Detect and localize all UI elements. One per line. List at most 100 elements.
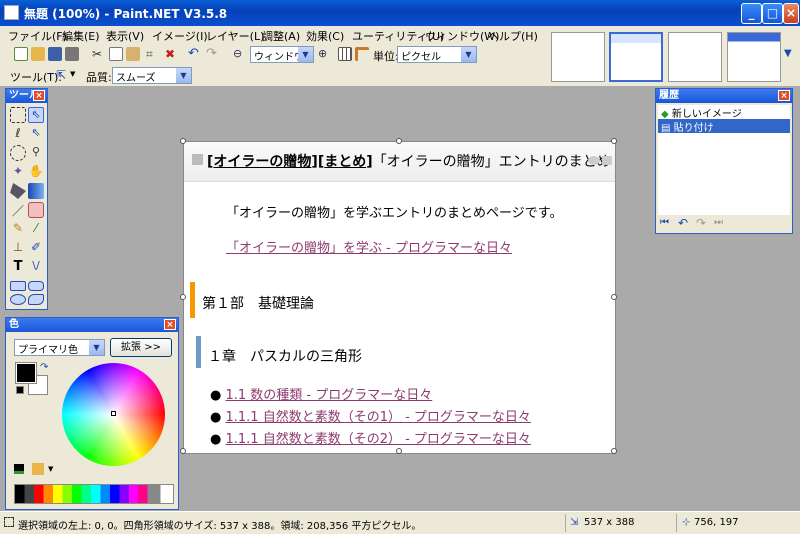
zoom-in-icon[interactable]: ⊕ xyxy=(318,47,332,61)
history-panel: 履歴 × ◆ 新しいイメージ ▤ 貼り付け ⏮ ↶ ↷ ⏭ xyxy=(655,88,793,234)
pencil-icon[interactable]: ✎ xyxy=(10,221,26,237)
thumbnail-scroll-icon[interactable]: ▼ xyxy=(784,48,792,59)
color-picker-icon[interactable]: ⁄ xyxy=(28,221,44,237)
selection-handle[interactable] xyxy=(180,294,186,300)
redo-icon[interactable]: ↷ xyxy=(206,47,220,61)
eraser-icon[interactable] xyxy=(28,202,44,218)
history-item[interactable]: ◆ 新しいイメージ xyxy=(658,105,790,120)
ruler-icon[interactable] xyxy=(355,47,369,61)
image-thumbnail[interactable] xyxy=(551,32,605,82)
list-item: ● 1.1.1 自然数と素数（その1） - プログラマーな日々 xyxy=(210,410,531,425)
color-palette[interactable] xyxy=(14,484,174,504)
undo-icon[interactable]: ↶ xyxy=(188,47,202,61)
rounded-rectangle-icon[interactable] xyxy=(28,281,44,291)
quality-select[interactable]: スムーズ ▼ xyxy=(112,67,192,84)
selection-size: 537 x 388 xyxy=(584,517,635,528)
chevron-down-icon[interactable]: ▼ xyxy=(48,465,53,473)
pan-icon[interactable]: ✋ xyxy=(28,164,44,180)
chevron-down-icon: ▼ xyxy=(298,47,313,62)
menu-edit[interactable]: 編集(E) xyxy=(62,28,100,44)
add-to-palette-icon[interactable] xyxy=(14,464,24,474)
heading-link-euler: オイラーの贈物 xyxy=(213,154,312,170)
paintbrush-icon[interactable]: ／ xyxy=(10,202,26,218)
image-thumbnail[interactable] xyxy=(727,32,781,82)
selection-handle[interactable] xyxy=(396,448,402,454)
close-icon[interactable]: × xyxy=(33,90,45,101)
zoom-icon[interactable]: ⚲ xyxy=(28,145,44,161)
menu-file[interactable]: ファイル(F) xyxy=(8,28,67,44)
crop-icon[interactable]: ⌗ xyxy=(146,47,160,61)
units-label: 単位: xyxy=(373,50,399,63)
paint-bucket-icon[interactable] xyxy=(10,183,26,199)
copy-icon[interactable] xyxy=(109,47,123,61)
clone-stamp-icon[interactable]: ⊥ xyxy=(10,240,26,256)
text-icon[interactable]: T xyxy=(10,259,26,275)
primary-color-swatch[interactable] xyxy=(15,362,37,384)
deselect-icon[interactable]: ✖ xyxy=(165,47,179,61)
selection-handle[interactable] xyxy=(611,138,617,144)
close-button[interactable]: × xyxy=(783,3,799,24)
list-item-link: 1.1 数の種類 - プログラマーな日々 xyxy=(225,388,433,403)
palette-menu-icon[interactable] xyxy=(32,463,44,475)
menu-help[interactable]: ヘルプ(H) xyxy=(488,28,538,44)
freeform-shape-icon[interactable] xyxy=(28,294,44,305)
expand-button[interactable]: 拡張 >> xyxy=(110,338,172,357)
selection-handle[interactable] xyxy=(180,138,186,144)
paste-icon[interactable] xyxy=(126,47,140,61)
list-item-link: 1.1.1 自然数と素数（その2） - プログラマーな日々 xyxy=(225,432,531,447)
color-mode-select[interactable]: プライマリ色 ▼ xyxy=(14,339,105,356)
menu-image[interactable]: イメージ(I) xyxy=(152,28,208,44)
zoom-out-icon[interactable]: ⊖ xyxy=(233,47,247,61)
line-curve-icon[interactable]: \/ xyxy=(28,259,44,275)
chapter-heading: １章 パスカルの三角形 xyxy=(208,349,362,365)
new-icon[interactable] xyxy=(14,47,28,61)
undo-icon[interactable]: ↶ xyxy=(678,216,688,230)
redo-icon[interactable]: ↷ xyxy=(696,216,706,230)
gradient-icon[interactable] xyxy=(28,183,44,199)
close-icon[interactable]: × xyxy=(164,319,176,330)
menu-adjust[interactable]: 調整(A) xyxy=(262,28,300,44)
last-history-icon[interactable]: ⏭ xyxy=(714,217,723,228)
rectangle-icon[interactable] xyxy=(10,281,26,291)
selection-handle[interactable] xyxy=(396,138,402,144)
history-item-selected[interactable]: ▤ 貼り付け xyxy=(658,119,790,134)
image-canvas[interactable]: [オイラーの贈物][まとめ]「オイラーの贈物」エントリのまとめ 「オイラーの贈物… xyxy=(180,138,617,454)
move-selection-icon[interactable]: ⇖ xyxy=(28,126,44,142)
move-selected-icon[interactable]: ⇖ xyxy=(28,107,44,123)
magic-wand-icon[interactable]: ✦ xyxy=(10,164,26,180)
swap-colors-icon[interactable]: ↷ xyxy=(40,362,48,373)
selection-handle[interactable] xyxy=(180,448,186,454)
units-select[interactable]: ピクセル ▼ xyxy=(397,46,477,63)
selection-handle[interactable] xyxy=(611,294,617,300)
print-icon[interactable] xyxy=(65,47,79,61)
save-icon[interactable] xyxy=(48,47,62,61)
color-wheel-cursor xyxy=(111,411,116,416)
cut-icon[interactable]: ✂ xyxy=(92,47,106,61)
status-divider xyxy=(565,514,566,532)
selection-handle[interactable] xyxy=(611,448,617,454)
lasso-icon[interactable]: ℓ xyxy=(10,126,26,142)
move-selection-icon[interactable]: ⇱ xyxy=(56,68,70,82)
maximize-button[interactable]: □ xyxy=(762,3,783,24)
menu-layer[interactable]: レイヤー(L) xyxy=(206,28,264,44)
reset-colors-icon[interactable] xyxy=(16,386,24,394)
ellipse-select-icon[interactable] xyxy=(10,145,26,161)
first-history-icon[interactable]: ⏮ xyxy=(660,217,669,228)
app-icon xyxy=(4,5,19,20)
recolor-icon[interactable]: ✐ xyxy=(28,240,44,256)
zoom-select[interactable]: ウィンドウ ▼ xyxy=(250,46,314,63)
close-icon[interactable]: × xyxy=(778,90,790,101)
ellipse-icon[interactable] xyxy=(10,294,26,305)
decor-icon xyxy=(588,156,600,165)
status-bar: 選択領域の左上: 0, 0。四角形領域のサイズ: 537 x 388。領域: 2… xyxy=(0,511,800,534)
menu-effects[interactable]: 効果(C) xyxy=(306,28,344,44)
minimize-button[interactable]: _ xyxy=(741,3,762,24)
colors-title: 色 xyxy=(9,319,19,330)
image-thumbnail-active[interactable] xyxy=(609,32,663,82)
open-icon[interactable] xyxy=(31,47,45,61)
menu-view[interactable]: 表示(V) xyxy=(106,28,144,44)
grid-icon[interactable] xyxy=(338,47,352,61)
image-thumbnail[interactable] xyxy=(668,32,722,82)
rect-select-icon[interactable] xyxy=(10,107,26,123)
chevron-down-icon[interactable]: ▼ xyxy=(70,70,75,78)
